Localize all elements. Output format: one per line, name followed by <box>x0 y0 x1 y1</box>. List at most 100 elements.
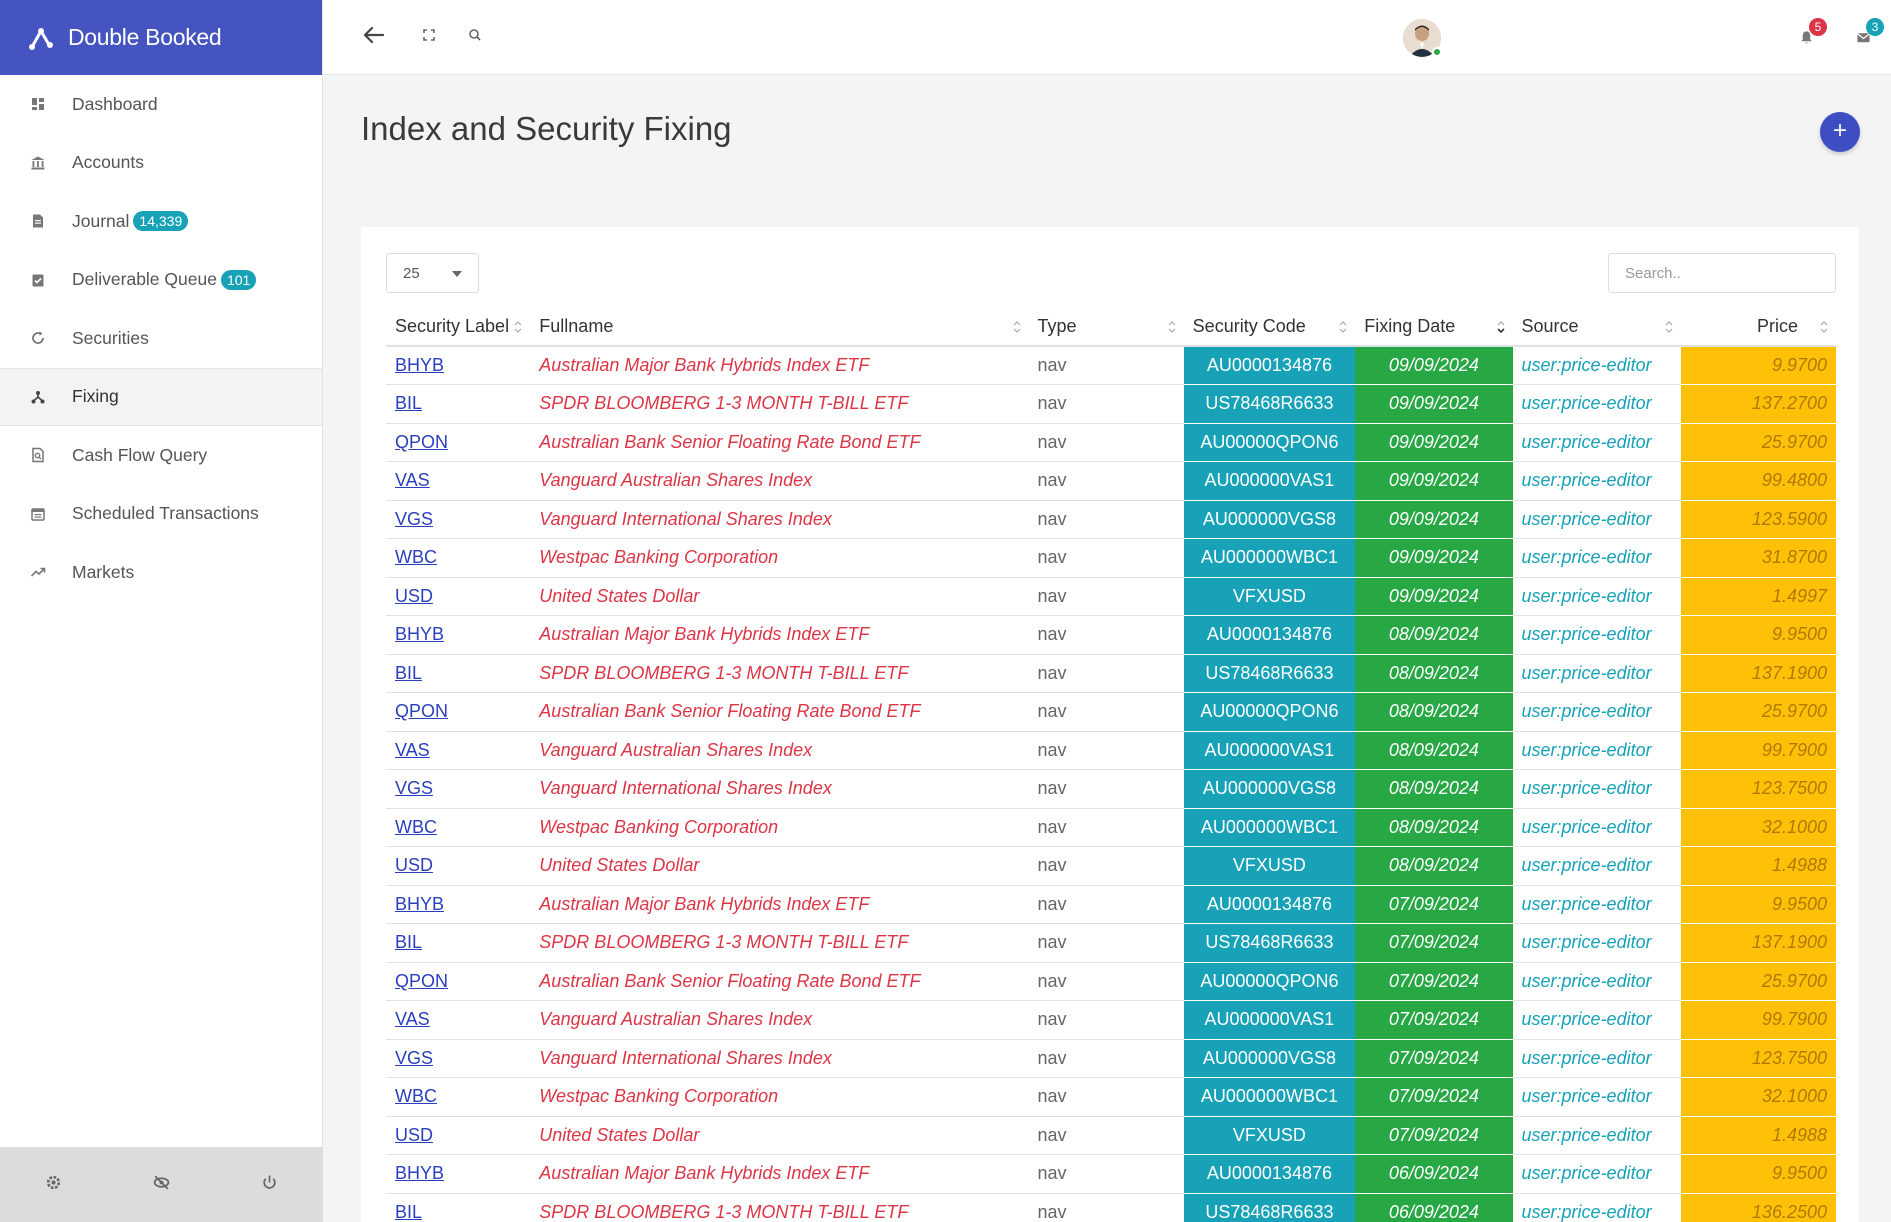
sidebar-item-label: Securities <box>72 327 149 348</box>
column-header-type[interactable]: Type <box>1028 307 1184 347</box>
security-code-cell: AU0000134876 <box>1183 346 1356 385</box>
security-link[interactable]: QPON <box>395 971 448 991</box>
security-link[interactable]: BIL <box>395 393 422 413</box>
table-row: QPON Australian Bank Senior Floating Rate… <box>386 423 1836 462</box>
security-link[interactable]: VAS <box>395 1009 430 1029</box>
fullname-cell: Westpac Banking Corporation <box>530 808 1029 847</box>
sort-icon <box>1820 321 1828 333</box>
notifications-button[interactable]: 5 <box>1799 18 1827 46</box>
security-label-cell: QPON <box>386 962 531 1001</box>
search-input[interactable] <box>1608 253 1836 293</box>
fullname-cell: Westpac Banking Corporation <box>530 538 1029 578</box>
sidebar-item-markets[interactable]: Markets <box>0 543 322 602</box>
add-fixing-button[interactable]: + <box>1820 112 1860 152</box>
sidebar-item-scheduled-transactions[interactable]: Scheduled Transactions <box>0 485 322 544</box>
column-header-fixing-date[interactable]: Fixing Date <box>1355 307 1513 347</box>
fullname-cell: Australian Bank Senior Floating Rate Bon… <box>530 962 1029 1001</box>
back-button[interactable] <box>359 22 389 52</box>
security-link[interactable]: BHYB <box>395 894 444 914</box>
security-link[interactable]: BIL <box>395 932 422 952</box>
notifications-count-badge: 5 <box>1809 18 1827 36</box>
security-label-cell: BIL <box>386 1193 531 1222</box>
security-link[interactable]: USD <box>395 855 433 875</box>
settings-button[interactable] <box>34 1165 74 1205</box>
table-row: WBC Westpac Banking Corporation nav AU00000… <box>386 538 1836 578</box>
sidebar-item-dashboard[interactable]: Dashboard <box>0 75 322 134</box>
security-link[interactable]: QPON <box>395 432 448 452</box>
sidebar-item-accounts[interactable]: Accounts <box>0 134 322 193</box>
security-link[interactable]: BHYB <box>395 624 444 644</box>
page-length-select[interactable]: 25 <box>386 253 479 293</box>
source-cell: user:price-editor <box>1512 808 1681 847</box>
sidebar-item-cash-flow-query[interactable]: Cash Flow Query <box>0 426 322 485</box>
source-cell: user:price-editor <box>1512 500 1681 539</box>
table-row: BHYB Australian Major Bank Hybrids Index … <box>386 1154 1836 1194</box>
security-link[interactable]: WBC <box>395 817 437 837</box>
fullscreen-button[interactable] <box>417 25 441 49</box>
price-cell: 9.9700 <box>1680 346 1836 385</box>
expand-icon <box>417 23 441 52</box>
fullname-cell: Australian Major Bank Hybrids Index ETF <box>530 346 1029 385</box>
security-label-cell: VGS <box>386 500 531 539</box>
sidebar-item-fixing[interactable]: Fixing <box>0 367 322 426</box>
column-header-price[interactable]: Price <box>1680 307 1836 347</box>
logout-button[interactable] <box>249 1165 289 1205</box>
column-header-label: Fixing Date <box>1364 315 1456 336</box>
security-link[interactable]: WBC <box>395 547 437 567</box>
column-header-source[interactable]: Source <box>1512 307 1681 347</box>
security-link[interactable]: VAS <box>395 470 430 490</box>
sidebar: Double Booked Dashboard Accounts Journal 14… <box>0 0 323 1222</box>
security-link[interactable]: VGS <box>395 509 433 529</box>
fullname-cell: Vanguard International Shares Index <box>530 769 1029 809</box>
security-link[interactable]: BHYB <box>395 355 444 375</box>
fullname-cell: Australian Major Bank Hybrids Index ETF <box>530 1154 1029 1194</box>
column-header-fullname[interactable]: Fullname <box>530 307 1029 347</box>
table-row: QPON Australian Bank Senior Floating Rate… <box>386 692 1836 732</box>
fixing-date-cell: 07/09/2024 <box>1355 1039 1513 1078</box>
sidebar-item-deliverable-queue[interactable]: Deliverable Queue 101 <box>0 251 322 310</box>
table-row: USD United States Dollar nav VFXUSD 08/09/20… <box>386 846 1836 886</box>
security-link[interactable]: WBC <box>395 1086 437 1106</box>
security-link[interactable]: QPON <box>395 701 448 721</box>
sidebar-item-journal[interactable]: Journal 14,339 <box>0 192 322 251</box>
column-header-label: Type <box>1037 315 1077 336</box>
source-cell: user:price-editor <box>1512 962 1681 1001</box>
column-header-security-label[interactable]: Security Label <box>386 307 531 347</box>
sidebar-footer <box>0 1147 323 1222</box>
fixing-date-cell: 09/09/2024 <box>1355 538 1513 578</box>
security-link[interactable]: VGS <box>395 1048 433 1068</box>
type-cell: nav <box>1028 692 1184 732</box>
table-row: QPON Australian Bank Senior Floating Rate… <box>386 962 1836 1001</box>
table-row: VAS Vanguard Australian Shares Index nav AU… <box>386 1000 1836 1040</box>
security-link[interactable]: BIL <box>395 663 422 683</box>
security-code-cell: AU000000WBC1 <box>1183 1077 1356 1117</box>
security-link[interactable]: BHYB <box>395 1163 444 1183</box>
security-link[interactable]: BIL <box>395 1202 422 1222</box>
search-button[interactable] <box>463 25 487 49</box>
security-label-cell: VAS <box>386 731 531 770</box>
security-link[interactable]: USD <box>395 1125 433 1145</box>
search-icon <box>463 23 487 52</box>
sidebar-item-label: Accounts <box>72 152 144 173</box>
table-row: BIL SPDR BLOOMBERG 1-3 MONTH T-BILL ETF na… <box>386 384 1836 424</box>
price-cell: 32.1000 <box>1680 1077 1836 1117</box>
security-link[interactable]: VGS <box>395 778 433 798</box>
security-link[interactable]: USD <box>395 586 433 606</box>
messages-button[interactable]: 3 <box>1856 18 1884 46</box>
security-link[interactable]: VAS <box>395 740 430 760</box>
source-cell: user:price-editor <box>1512 885 1681 924</box>
source-cell: user:price-editor <box>1512 846 1681 886</box>
fullname-cell: SPDR BLOOMBERG 1-3 MONTH T-BILL ETF <box>530 384 1029 424</box>
sidebar-item-label: Dashboard <box>72 93 158 114</box>
security-label-cell: WBC <box>386 808 531 847</box>
type-cell: nav <box>1028 1154 1184 1194</box>
sidebar-nav: Dashboard Accounts Journal 14,339 Deliverabl… <box>0 75 322 602</box>
column-header-security-code[interactable]: Security Code <box>1183 307 1356 347</box>
type-cell: nav <box>1028 1116 1184 1155</box>
hide-button[interactable] <box>141 1165 181 1205</box>
type-cell: nav <box>1028 615 1184 655</box>
sidebar-item-securities[interactable]: Securities <box>0 309 322 368</box>
arrow-left-icon <box>359 20 389 55</box>
brand[interactable]: Double Booked <box>0 0 322 75</box>
type-cell: nav <box>1028 654 1184 693</box>
